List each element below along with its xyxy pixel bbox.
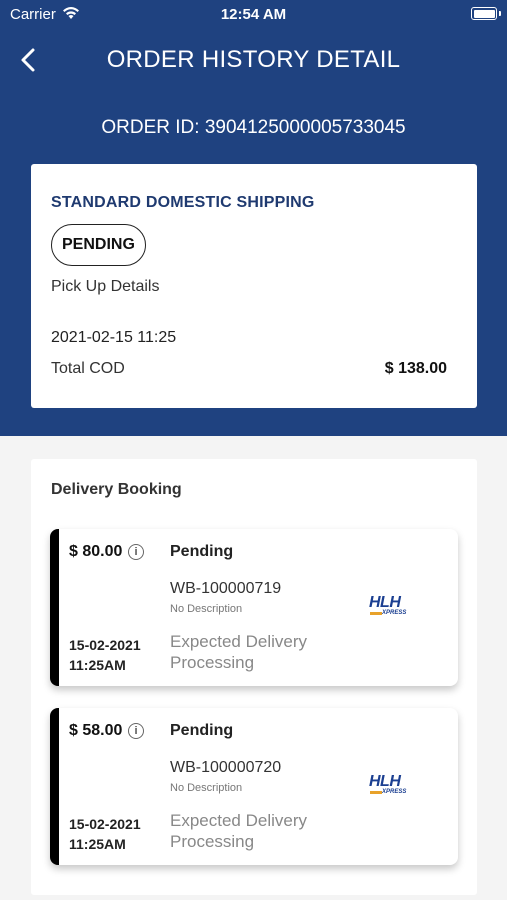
- booking-description: No Description: [170, 782, 243, 794]
- booking-date: 15-02-2021: [69, 637, 141, 653]
- courier-logo: HLH XPRESS: [369, 774, 411, 800]
- booking-description: No Description: [170, 603, 243, 615]
- section-title: Delivery Booking: [51, 481, 182, 498]
- total-cod-amount: $ 138.00: [384, 360, 447, 377]
- courier-logo-text: HLH: [369, 773, 401, 790]
- courier-logo-subtext: XPRESS: [382, 610, 407, 616]
- info-icon[interactable]: i: [128, 723, 144, 739]
- order-id: ORDER ID: 3904125000005733045: [101, 117, 406, 138]
- shipping-type: STANDARD DOMESTIC SHIPPING: [51, 194, 315, 211]
- page-title: ORDER HISTORY DETAIL: [106, 46, 401, 73]
- booking-item[interactable]: $ 80.00 i Pending WB-100000719 No Descri…: [50, 529, 458, 686]
- booking-date: 15-02-2021: [69, 816, 141, 832]
- booking-price: $ 80.00: [69, 543, 123, 560]
- expected-delivery-label: Expected Delivery: [170, 632, 308, 651]
- battery-tip: [499, 11, 501, 16]
- expected-delivery-value: Processing: [170, 653, 255, 672]
- booking-price: $ 58.00: [69, 722, 123, 739]
- booking-datetime: 15-02-2021 11:25AM: [69, 814, 141, 854]
- expected-delivery-label: Expected Delivery: [170, 811, 308, 830]
- order-summary-card: STANDARD DOMESTIC SHIPPING PENDING Pick …: [31, 164, 477, 408]
- total-cod-label: Total COD: [51, 360, 125, 377]
- courier-logo-stripe: [370, 791, 382, 794]
- booking-status: Pending: [170, 543, 234, 560]
- booking-status: Pending: [170, 722, 234, 739]
- courier-logo: HLH XPRESS: [369, 595, 411, 621]
- expected-delivery: Expected Delivery Processing: [170, 810, 307, 852]
- booking-datetime: 15-02-2021 11:25AM: [69, 635, 141, 675]
- courier-logo-stripe: [370, 612, 382, 615]
- courier-logo-subtext: XPRESS: [382, 789, 407, 795]
- delivery-booking-card: Delivery Booking $ 80.00 i Pending WB-10…: [31, 459, 477, 895]
- status-badge: PENDING: [51, 224, 146, 266]
- status-time: 12:54 AM: [220, 6, 287, 23]
- info-icon[interactable]: i: [128, 544, 144, 560]
- battery-icon: [471, 7, 497, 20]
- pickup-details-label[interactable]: Pick Up Details: [51, 278, 159, 296]
- expected-delivery-value: Processing: [170, 832, 255, 851]
- status-bar: Carrier 12:54 AM: [0, 0, 507, 30]
- booking-time: 11:25AM: [69, 657, 126, 673]
- waybill-number: WB-100000719: [170, 580, 282, 597]
- courier-logo-text: HLH: [369, 594, 401, 611]
- header: Carrier 12:54 AM ORDER HISTORY DETAIL OR…: [0, 0, 507, 436]
- order-date: 2021-02-15 11:25: [51, 329, 177, 346]
- booking-item[interactable]: $ 58.00 i Pending WB-100000720 No Descri…: [50, 708, 458, 865]
- waybill-number: WB-100000720: [170, 759, 282, 776]
- booking-time: 11:25AM: [69, 836, 126, 852]
- expected-delivery: Expected Delivery Processing: [170, 631, 307, 673]
